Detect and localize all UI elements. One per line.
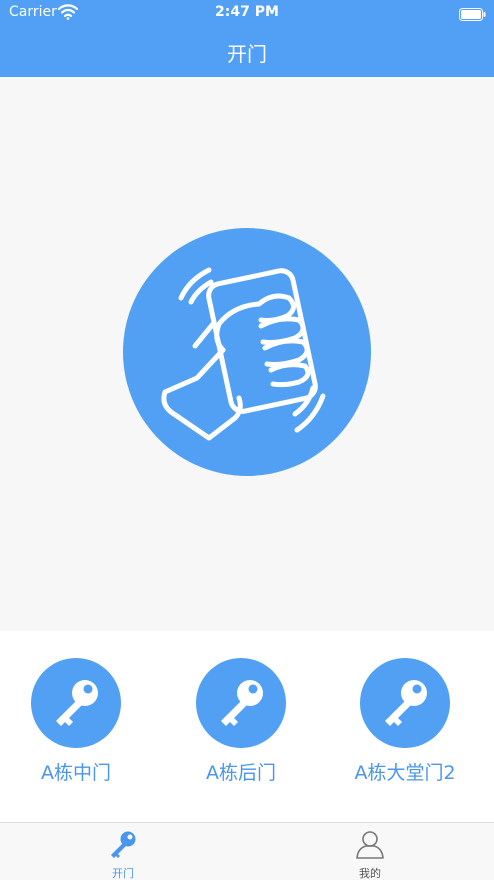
- page-title: 开门: [227, 42, 267, 66]
- tab-label: 我的: [359, 867, 381, 880]
- battery-icon: [459, 6, 486, 21]
- person-icon: [355, 829, 385, 859]
- door-label: A栋大堂门2: [354, 762, 456, 784]
- door-button-a-middle[interactable]: A栋中门: [1, 658, 151, 788]
- key-icon: [108, 829, 138, 859]
- door-label: A栋中门: [41, 762, 111, 784]
- door-label: A栋后门: [206, 762, 276, 784]
- shake-area: [0, 77, 494, 631]
- key-icon: [196, 658, 286, 748]
- tab-label: 开门: [112, 867, 134, 880]
- key-icon: [31, 658, 121, 748]
- door-button-a-back[interactable]: A栋后门: [166, 658, 316, 788]
- door-list: A栋中门 A栋后门 A栋大堂门2: [0, 631, 494, 822]
- key-icon: [360, 658, 450, 748]
- tab-bar: 开门 我的: [0, 822, 494, 880]
- status-bar: Carrier 2:47 PM: [0, 0, 494, 26]
- door-button-a-lobby-2[interactable]: A栋大堂门2: [330, 658, 480, 788]
- header: Carrier 2:47 PM 开门: [0, 0, 494, 77]
- status-time: 2:47 PM: [215, 4, 279, 20]
- shake-to-open-button[interactable]: [123, 228, 371, 476]
- tab-mine[interactable]: 我的: [309, 823, 429, 880]
- tab-open-door[interactable]: 开门: [62, 823, 182, 880]
